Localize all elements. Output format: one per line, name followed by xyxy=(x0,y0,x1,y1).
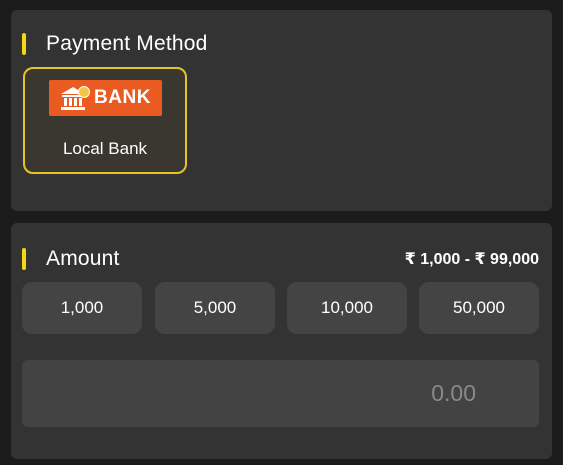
method-label: Local Bank xyxy=(62,139,148,158)
amount-range: ₹ 1,000 - ₹ 99,000 xyxy=(404,251,539,268)
amount-header: Amount xyxy=(22,247,120,271)
amount-preset-5000[interactable]: 5,000 xyxy=(155,282,275,334)
bank-logo-text: BANK xyxy=(94,87,151,108)
payment-method-header: Payment Method xyxy=(22,32,208,56)
section-accent-bar xyxy=(22,248,26,270)
payment-method-title: Payment Method xyxy=(46,32,208,55)
bank-logo: BANK xyxy=(49,80,162,116)
amount-input[interactable] xyxy=(22,360,539,427)
amount-card: Amount ₹ 1,000 - ₹ 99,000 1,000 5,000 10… xyxy=(11,223,552,459)
amount-preset-50000[interactable]: 50,000 xyxy=(419,282,539,334)
payment-method-card: Payment Method BANK Local Bank xyxy=(11,10,552,211)
section-accent-bar xyxy=(22,33,26,55)
bank-building-coin-icon xyxy=(61,86,91,110)
method-option-local-bank[interactable]: BANK Local Bank xyxy=(23,67,187,174)
amount-preset-10000[interactable]: 10,000 xyxy=(287,282,407,334)
amount-preset-1000[interactable]: 1,000 xyxy=(22,282,142,334)
amount-title: Amount xyxy=(46,247,120,270)
